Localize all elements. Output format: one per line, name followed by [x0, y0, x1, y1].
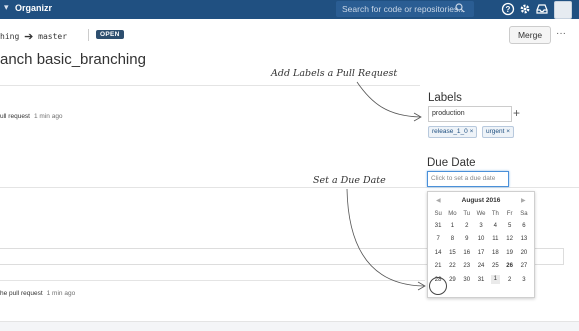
calendar-day[interactable]: 21 [431, 260, 445, 274]
due-date-placeholder: Click to set a due date [431, 175, 496, 182]
calendar-day[interactable]: 31 [474, 273, 488, 287]
weekday-label: Su [434, 210, 442, 217]
labels-input-value: production [432, 110, 465, 117]
weekday-label: Mo [448, 210, 457, 217]
calendar-day[interactable]: 11 [488, 233, 502, 247]
calendar-day[interactable]: 14 [431, 246, 445, 260]
calendar-day[interactable]: 27 [517, 260, 531, 274]
calendar-day[interactable]: 8 [445, 233, 459, 247]
calendar-day[interactable]: 25 [488, 260, 502, 274]
calendar-day[interactable]: 29 [445, 273, 459, 287]
calendar-day[interactable]: 4 [488, 219, 502, 233]
add-label-button[interactable]: + [513, 106, 520, 120]
calendar-day[interactable]: 2 [502, 273, 516, 287]
calendar-day[interactable]: 24 [474, 260, 488, 274]
calendar-day[interactable]: 13 [517, 233, 531, 247]
label-tag[interactable]: urgent × [482, 126, 515, 138]
calendar-day[interactable]: 1 [488, 273, 502, 287]
calendar-day[interactable]: 6 [517, 219, 531, 233]
calendar-day[interactable]: 3 [474, 219, 488, 233]
calendar-day[interactable]: 2 [460, 219, 474, 233]
calendar-day[interactable]: 20 [517, 246, 531, 260]
weekday-label: Sa [520, 210, 528, 217]
calendar-day[interactable]: 18 [488, 246, 502, 260]
weekday-label: Tu [463, 210, 471, 217]
weekday-label: Fr [506, 210, 513, 217]
weekday-label: Th [491, 210, 499, 217]
calendar-day-today[interactable]: 26 [502, 260, 516, 274]
labels-heading: Labels [428, 92, 462, 104]
calendar-day[interactable]: 10 [474, 233, 488, 247]
calendar-day[interactable]: 5 [502, 219, 516, 233]
weekday-label: We [476, 210, 486, 217]
calendar-day[interactable]: 9 [460, 233, 474, 247]
calendar-day[interactable]: 23 [460, 260, 474, 274]
calendar-day[interactable]: 12 [502, 233, 516, 247]
due-date-heading: Due Date [427, 157, 476, 169]
labels-input[interactable]: production [428, 106, 512, 122]
calendar-day[interactable]: 31 [431, 219, 445, 233]
calendar-day[interactable]: 22 [445, 260, 459, 274]
calendar-day[interactable]: 19 [502, 246, 516, 260]
calendar-day[interactable]: 7 [431, 233, 445, 247]
calendar-day[interactable]: 30 [460, 273, 474, 287]
calendar-grid: Su Mo Tu We Th Fr Sa 31 1 2 3 4 5 6 7 8 … [431, 208, 531, 287]
label-tag[interactable]: release_1_0 × [428, 126, 478, 138]
due-date-input[interactable]: Click to set a due date [427, 171, 509, 187]
calendar-day[interactable]: 1 [445, 219, 459, 233]
calendar-month: August 2016 [461, 197, 501, 204]
calendar-day[interactable]: 16 [460, 246, 474, 260]
selected-date-highlight [429, 277, 447, 295]
calendar-day-label: 1 [490, 275, 500, 285]
calendar-day[interactable]: 3 [517, 273, 531, 287]
calendar-day[interactable]: 17 [474, 246, 488, 260]
calendar-day[interactable]: 15 [445, 246, 459, 260]
next-month-button[interactable]: ▶ [521, 197, 526, 204]
